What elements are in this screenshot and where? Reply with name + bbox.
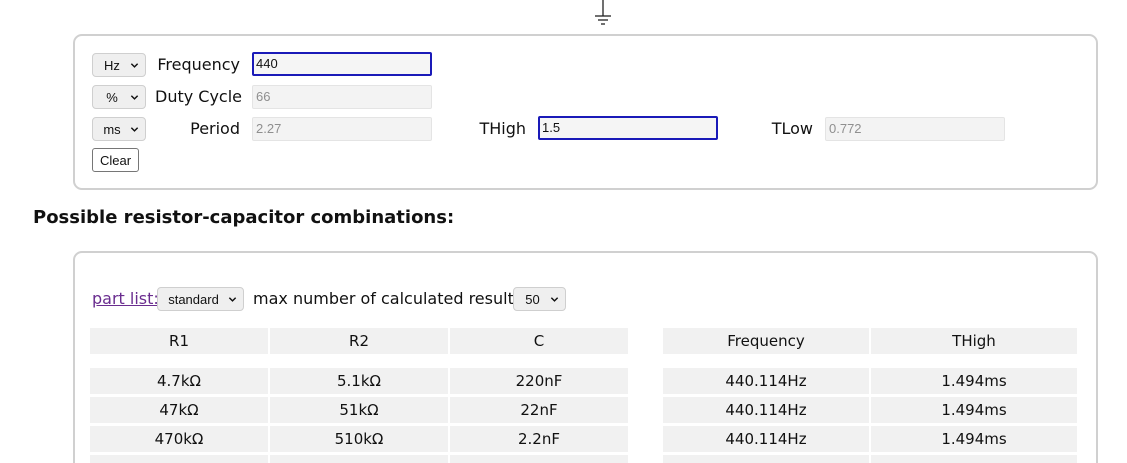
cell-r1: 47kΩ: [90, 397, 268, 423]
cell-c: 2.2nF: [450, 426, 628, 452]
table-row-partial: [90, 455, 1077, 463]
cell-r1: 4.7kΩ: [90, 368, 268, 394]
period-label: Period: [190, 119, 240, 138]
column-header-r1: R1: [90, 328, 268, 354]
max-results-label: max number of calculated results:: [253, 289, 528, 308]
tlow-input[interactable]: 0.772: [825, 117, 1005, 141]
frequency-unit-value: Hz: [104, 57, 120, 73]
chevron-down-icon: [130, 63, 139, 68]
thigh-input[interactable]: 1.5: [538, 116, 718, 140]
column-header-frequency: Frequency: [663, 328, 869, 354]
cell-r2: 5.1kΩ: [270, 368, 448, 394]
column-header-thigh: THigh: [871, 328, 1077, 354]
cell-thigh: 1.494ms: [871, 368, 1077, 394]
frequency-unit-select[interactable]: Hz: [92, 53, 146, 77]
cell-r2: 51kΩ: [270, 397, 448, 423]
period-unit-value: ms: [103, 121, 121, 137]
cell-frequency: 440.114Hz: [663, 397, 869, 423]
column-header-c: C: [450, 328, 628, 354]
frequency-label: Frequency: [157, 55, 240, 74]
cell-c: 220nF: [450, 368, 628, 394]
page: Hz Frequency 440 % Duty Cycle 66 ms Peri…: [0, 0, 1127, 463]
cell-frequency: 440.114Hz: [663, 368, 869, 394]
table-header-row: R1 R2 C Frequency THigh: [90, 328, 1077, 354]
tlow-label: TLow: [771, 119, 813, 138]
results-heading: Possible resistor-capacitor combinations…: [33, 207, 455, 228]
duty-cycle-unit-value: %: [106, 89, 118, 105]
cell-thigh: 1.494ms: [871, 397, 1077, 423]
chevron-down-icon: [550, 297, 559, 302]
results-panel: part list: standard max number of calcul…: [73, 251, 1098, 463]
cell-frequency: 440.114Hz: [663, 426, 869, 452]
cell-r1: 470kΩ: [90, 426, 268, 452]
clear-button[interactable]: Clear: [92, 148, 139, 172]
ground-symbol-icon: [595, 0, 611, 25]
calculator-panel: Hz Frequency 440 % Duty Cycle 66 ms Peri…: [73, 34, 1098, 190]
frequency-input[interactable]: 440: [252, 52, 432, 76]
duty-cycle-input[interactable]: 66: [252, 85, 432, 109]
part-list-link[interactable]: part list:: [92, 289, 159, 308]
chevron-down-icon: [228, 297, 237, 302]
chevron-down-icon: [130, 127, 139, 132]
period-unit-select[interactable]: ms: [92, 117, 146, 141]
thigh-label: THigh: [479, 119, 526, 138]
part-list-value: standard: [168, 291, 219, 307]
table-row: 4.7kΩ 5.1kΩ 220nF 440.114Hz 1.494ms: [90, 368, 1077, 394]
period-input[interactable]: 2.27: [252, 117, 432, 141]
table-row: 47kΩ 51kΩ 22nF 440.114Hz 1.494ms: [90, 397, 1077, 423]
duty-cycle-unit-select[interactable]: %: [92, 85, 146, 109]
table-row: 470kΩ 510kΩ 2.2nF 440.114Hz 1.494ms: [90, 426, 1077, 452]
cell-r2: 510kΩ: [270, 426, 448, 452]
chevron-down-icon: [130, 95, 139, 100]
column-header-r2: R2: [270, 328, 448, 354]
max-results-select[interactable]: 50: [513, 287, 566, 311]
results-table: R1 R2 C Frequency THigh 4.7kΩ 5.1kΩ 220n…: [90, 328, 1077, 463]
duty-cycle-label: Duty Cycle: [155, 87, 243, 106]
cell-c: 22nF: [450, 397, 628, 423]
cell-thigh: 1.494ms: [871, 426, 1077, 452]
max-results-value: 50: [525, 291, 540, 307]
part-list-select[interactable]: standard: [157, 287, 244, 311]
